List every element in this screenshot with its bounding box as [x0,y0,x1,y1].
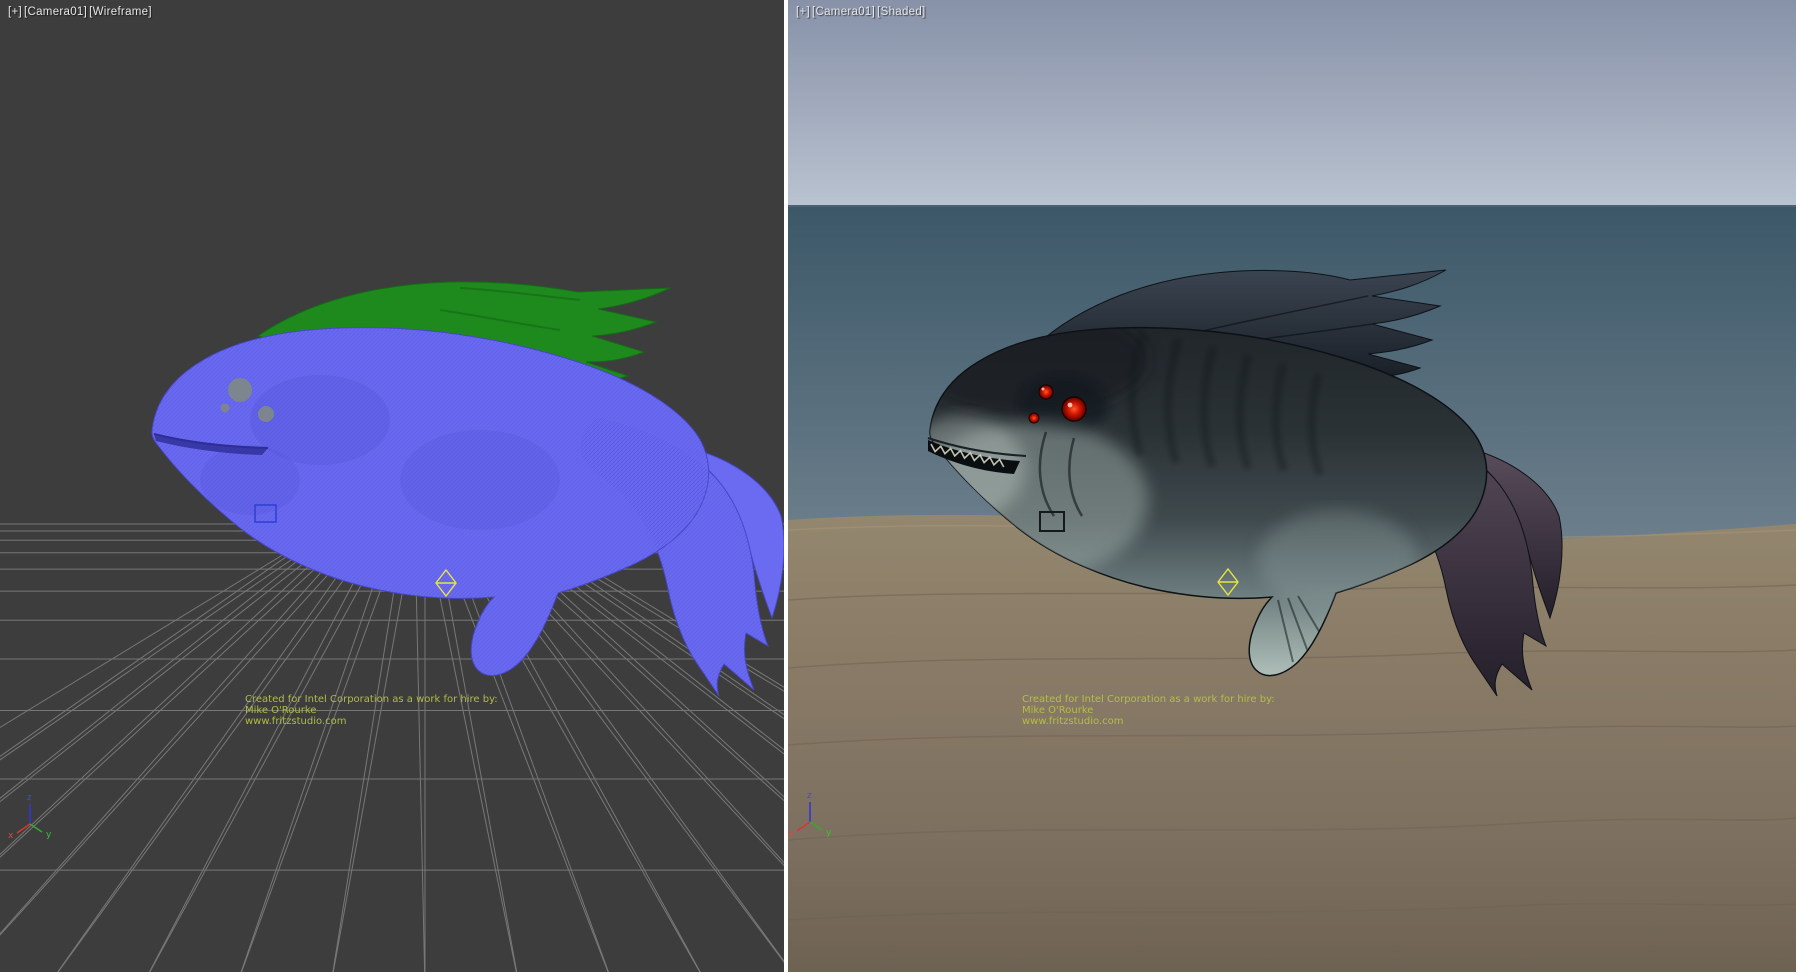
viewport-wireframe[interactable]: [+][Camera01][Wireframe] Created for Int… [0,0,784,972]
artist-watermark: Created for Intel Corporation as a work … [245,694,498,727]
viewport-split-frame: [+][Camera01][Wireframe] Created for Int… [0,0,1800,978]
fish-eye-spot [221,404,230,413]
viewport-general-menu[interactable]: [+] [796,6,810,18]
viewport-pov-menu[interactable]: [Camera01] [812,6,875,18]
watermark-line: www.fritzstudio.com [245,716,498,727]
watermark-line: www.fritzstudio.com [1022,716,1275,727]
viewport-shading-menu[interactable]: [Wireframe] [89,6,152,18]
eye-highlight [1042,388,1045,391]
viewport-label: [+][Camera01][Shaded] [796,6,928,18]
viewport-frame-edge [0,972,1800,978]
watermark-line: Mike O'Rourke [245,705,498,716]
shaded-canvas[interactable] [788,0,1796,972]
wireframe-canvas[interactable] [0,0,784,972]
watermark-line: Created for Intel Corporation as a work … [1022,694,1275,705]
viewport-label: [+][Camera01][Wireframe] [8,6,154,18]
watermark-line: Mike O'Rourke [1022,705,1275,716]
watermark-line: Created for Intel Corporation as a work … [245,694,498,705]
sky [788,0,1796,207]
artist-watermark: Created for Intel Corporation as a work … [1022,694,1275,727]
fish-eye-spot [228,378,252,402]
viewport-pov-menu[interactable]: [Camera01] [24,6,87,18]
fish-eye-spot [258,406,274,422]
fish-eye [1029,413,1039,423]
eye-highlight [1068,403,1073,408]
viewport-shaded[interactable]: [+][Camera01][Shaded] Created for Intel … [788,0,1796,972]
viewport-shading-menu[interactable]: [Shaded] [877,6,925,18]
fish-eye [1039,385,1053,399]
viewport-general-menu[interactable]: [+] [8,6,22,18]
fish-eye [1062,397,1086,421]
viewport-frame-edge [1796,0,1800,978]
